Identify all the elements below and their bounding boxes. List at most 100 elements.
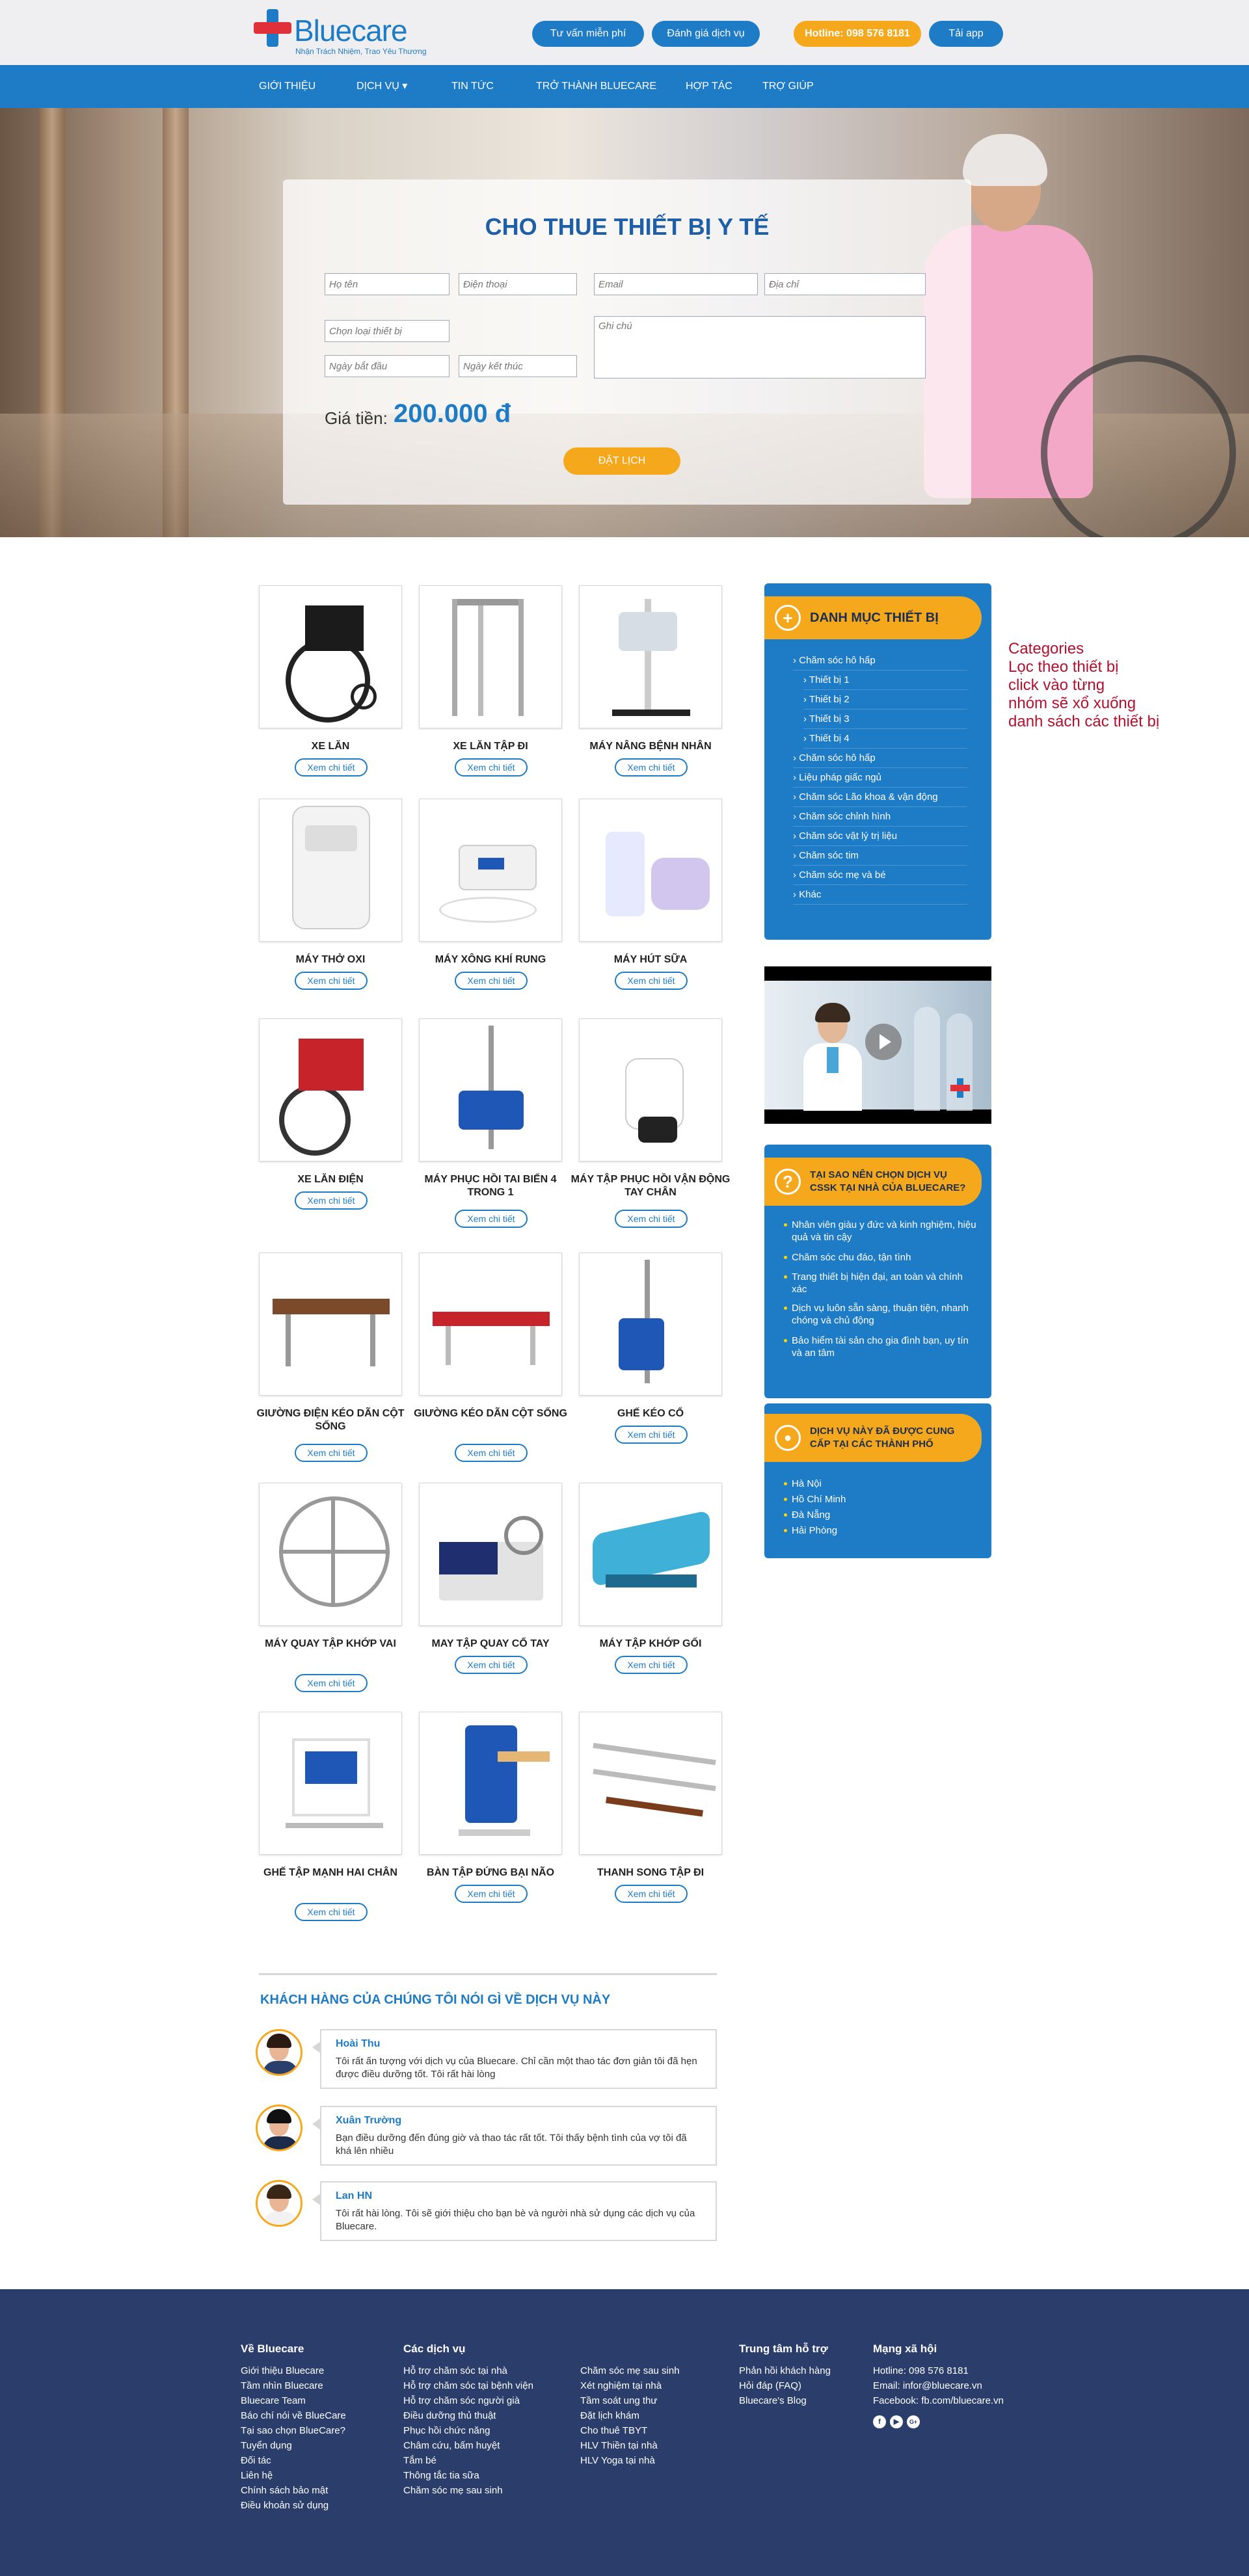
view-detail-button[interactable]: Xem chi tiết: [295, 972, 368, 990]
category-item[interactable]: › Chăm sóc Lão khoa & vận động: [793, 788, 967, 807]
footer-link[interactable]: Hotline: 098 576 8181: [873, 2363, 969, 2378]
category-item[interactable]: › Chăm sóc hô hấp: [793, 651, 967, 671]
view-detail-button[interactable]: Xem chi tiết: [295, 758, 368, 777]
view-detail-button[interactable]: Xem chi tiết: [615, 1426, 688, 1444]
intro-video[interactable]: [764, 966, 991, 1124]
category-subitem[interactable]: › Thiết bị 1: [803, 671, 967, 690]
footer-link[interactable]: Liên hệ: [241, 2468, 273, 2483]
category-item[interactable]: › Chăm sóc mẹ và bé: [793, 866, 967, 885]
download-app-button[interactable]: Tải app: [929, 21, 1003, 47]
end-date-input[interactable]: [459, 355, 577, 377]
footer-link[interactable]: Hỗ trợ chăm sóc người già: [403, 2393, 520, 2408]
view-detail-button[interactable]: Xem chi tiết: [295, 1903, 368, 1921]
product-card[interactable]: MÁY THỞ OXI Xem chi tiết: [259, 799, 419, 990]
view-detail-button[interactable]: Xem chi tiết: [455, 972, 528, 990]
footer-link[interactable]: Chăm sóc mẹ sau sinh: [403, 2483, 503, 2498]
oxygen-concentrator-icon[interactable]: [259, 799, 402, 942]
nav-partners[interactable]: HỢP TÁC: [686, 65, 732, 108]
traction-table-icon[interactable]: [419, 1253, 562, 1396]
footer-link[interactable]: Cho thuê TBYT: [580, 2423, 647, 2438]
footer-link[interactable]: Đặt lịch khám: [580, 2408, 639, 2423]
product-card[interactable]: XE LĂN TẬP ĐI Xem chi tiết: [419, 585, 579, 777]
footer-link[interactable]: Tuyển dụng: [241, 2438, 292, 2453]
footer-link[interactable]: Hỗ trợ chăm sóc tại bệnh viện: [403, 2378, 533, 2393]
footer-link[interactable]: Điều dưỡng thủ thuật: [403, 2408, 496, 2423]
category-subitem[interactable]: › Thiết bị 2: [803, 690, 967, 710]
footer-link[interactable]: Đối tác: [241, 2453, 271, 2468]
nav-news[interactable]: TIN TỨC: [451, 65, 494, 108]
nav-services[interactable]: DỊCH VỤ ▾: [356, 65, 407, 108]
footer-link[interactable]: Email: infor@bluecare.vn: [873, 2378, 982, 2393]
nebulizer-icon[interactable]: [419, 799, 562, 942]
footer-link[interactable]: Bluecare's Blog: [739, 2393, 807, 2408]
product-card[interactable]: GIƯỜNG ĐIỆN KÉO DÃN CỘT SỐNG Xem chi tiết: [257, 1253, 419, 1462]
product-card[interactable]: GHẾ TẬP MẠNH HAI CHÂN Xem chi tiết: [259, 1712, 419, 1921]
footer-link[interactable]: Chính sách bảo mật: [241, 2483, 328, 2498]
arm-leg-trainer-icon[interactable]: [579, 1018, 722, 1162]
product-card[interactable]: XE LĂN Xem chi tiết: [259, 585, 419, 777]
shoulder-wheel-icon[interactable]: [259, 1483, 402, 1626]
product-card[interactable]: MÁY XÔNG KHÍ RUNG Xem chi tiết: [419, 799, 579, 990]
product-card[interactable]: GIƯỜNG KÉO DÃN CỘT SỐNG Xem chi tiết: [414, 1253, 579, 1462]
start-date-input[interactable]: [325, 355, 450, 377]
product-card[interactable]: THANH SONG TẬP ĐI Xem chi tiết: [579, 1712, 739, 1903]
wrist-trainer-icon[interactable]: [419, 1483, 562, 1626]
category-item[interactable]: › Chăm sóc tim: [793, 846, 967, 866]
view-detail-button[interactable]: Xem chi tiết: [455, 1885, 528, 1903]
device-type-select[interactable]: [325, 320, 450, 342]
breast-pump-icon[interactable]: [579, 799, 722, 942]
view-detail-button[interactable]: Xem chi tiết: [615, 758, 688, 777]
view-detail-button[interactable]: Xem chi tiết: [455, 1444, 528, 1462]
name-input[interactable]: [325, 273, 450, 295]
product-card[interactable]: MÁY NÂNG BỆNH NHÂN Xem chi tiết: [579, 585, 739, 777]
footer-link[interactable]: Báo chí nói về BlueCare: [241, 2408, 346, 2423]
address-input[interactable]: [764, 273, 926, 295]
category-item[interactable]: › Liệu pháp giấc ngủ: [793, 768, 967, 788]
category-item[interactable]: › Khác: [793, 885, 967, 905]
footer-link[interactable]: Tầm nhìn Bluecare: [241, 2378, 323, 2393]
footer-link[interactable]: Phản hồi khách hàng: [739, 2363, 831, 2378]
view-detail-button[interactable]: Xem chi tiết: [615, 1656, 688, 1674]
product-card[interactable]: BÀN TẬP ĐỨNG BẠI NÃO Xem chi tiết: [419, 1712, 579, 1903]
category-subitem[interactable]: › Thiết bị 3: [803, 710, 967, 729]
facebook-icon[interactable]: f: [873, 2415, 886, 2428]
note-textarea[interactable]: [594, 316, 926, 378]
youtube-icon[interactable]: ▶: [890, 2415, 903, 2428]
footer-link[interactable]: Tại sao chọn BlueCare?: [241, 2423, 345, 2438]
product-card[interactable]: MAY TẬP QUAY CỔ TAY Xem chi tiết: [419, 1483, 579, 1674]
view-detail-button[interactable]: Xem chi tiết: [295, 1191, 368, 1210]
footer-link[interactable]: Hỗ trợ chăm sóc tại nhà: [403, 2363, 507, 2378]
category-subitem[interactable]: › Thiết bị 4: [803, 729, 967, 749]
view-detail-button[interactable]: Xem chi tiết: [455, 758, 528, 777]
view-detail-button[interactable]: Xem chi tiết: [615, 1885, 688, 1903]
view-detail-button[interactable]: Xem chi tiết: [295, 1674, 368, 1692]
hotline-button[interactable]: Hotline: 098 576 8181: [794, 21, 921, 47]
leg-chair-icon[interactable]: [259, 1712, 402, 1855]
category-item[interactable]: › Chăm sóc chỉnh hình: [793, 807, 967, 827]
book-button[interactable]: ĐẶT LỊCH: [563, 447, 680, 475]
footer-link[interactable]: Tầm soát ung thư: [580, 2393, 657, 2408]
product-card[interactable]: MÁY TẬP KHỚP GỐI Xem chi tiết: [579, 1483, 739, 1674]
footer-link[interactable]: Thông tắc tia sữa: [403, 2468, 479, 2483]
wheelchair-icon[interactable]: [259, 585, 402, 728]
phone-input[interactable]: [459, 273, 577, 295]
footer-link[interactable]: Chăm sóc mẹ sau sinh: [580, 2363, 680, 2378]
product-card[interactable]: MÁY QUAY TẬP KHỚP VAI Xem chi tiết: [259, 1483, 419, 1692]
footer-link[interactable]: HLV Yoga tại nhà: [580, 2453, 655, 2468]
view-detail-button[interactable]: Xem chi tiết: [615, 1210, 688, 1228]
footer-link[interactable]: Tắm bé: [403, 2453, 436, 2468]
bluecare-logo[interactable]: Bluecare Nhận Trách Nhiệm, Trao Yêu Thươ…: [254, 9, 429, 59]
footer-link[interactable]: HLV Thiền tại nhà: [580, 2438, 658, 2453]
electric-wheelchair-icon[interactable]: [259, 1018, 402, 1162]
footer-link[interactable]: Giới thiệu Bluecare: [241, 2363, 324, 2378]
product-card[interactable]: GHẾ KÉO CỔ Xem chi tiết: [579, 1253, 739, 1444]
walker-icon[interactable]: [419, 585, 562, 728]
view-detail-button[interactable]: Xem chi tiết: [455, 1210, 528, 1228]
patient-lift-icon[interactable]: [579, 585, 722, 728]
product-card[interactable]: MÁY TẬP PHỤC HỒI VẬN ĐỘNG TAY CHÂN Xem ch…: [571, 1018, 739, 1228]
footer-link[interactable]: Bluecare Team: [241, 2393, 306, 2408]
footer-link[interactable]: Phục hồi chức năng: [403, 2423, 490, 2438]
footer-link[interactable]: Châm cứu, bấm huyệt: [403, 2438, 500, 2453]
google-plus-icon[interactable]: G+: [907, 2415, 920, 2428]
parallel-bars-icon[interactable]: [579, 1712, 722, 1855]
